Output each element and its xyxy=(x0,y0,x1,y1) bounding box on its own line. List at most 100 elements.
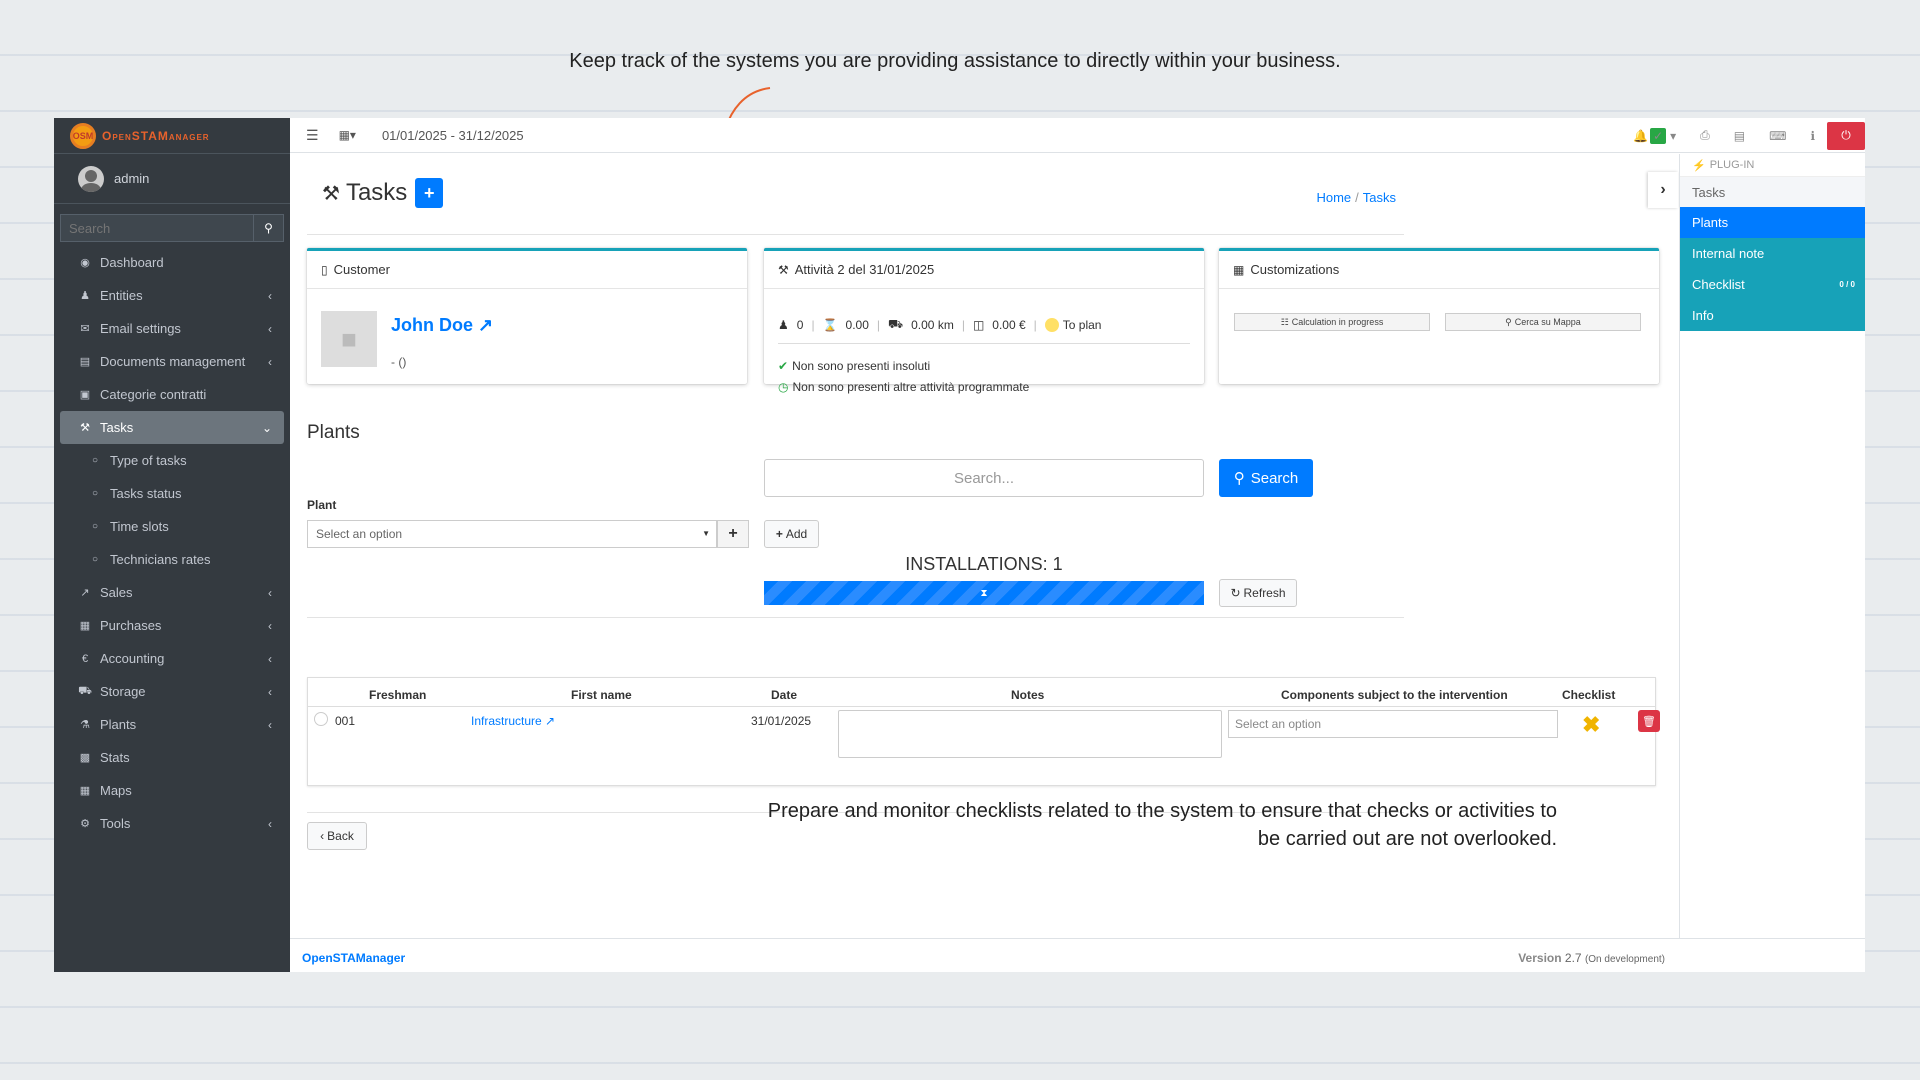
dashboard-icon: ◉ xyxy=(80,257,90,269)
plant-select[interactable]: Select an option ▼ xyxy=(307,520,717,548)
brand[interactable]: OSM OpenSTAManager xyxy=(54,118,290,154)
print-icon[interactable]: ⎙ xyxy=(1700,128,1710,143)
sidebar-item-categorie[interactable]: ▣ Categorie contratti xyxy=(60,378,284,411)
caret-down-icon: ▼ xyxy=(702,529,710,538)
calendar-icon[interactable]: ▦▾ xyxy=(339,128,356,142)
menu-toggle-icon[interactable]: ☰ xyxy=(306,127,319,144)
installations-count: INSTALLATIONS: 1 xyxy=(905,554,1063,574)
sidebar-item-documents[interactable]: ▤ Documents management ‹ xyxy=(60,345,284,378)
sidebar-item-stats[interactable]: ▩ Stats xyxy=(60,741,284,774)
plugin-item-info[interactable]: Info xyxy=(1680,300,1865,331)
chevron-left-icon: ‹ xyxy=(320,829,325,843)
customizations-card: ▦ Customizations ☷ Calculation in progress… xyxy=(1219,248,1659,384)
user-name: admin xyxy=(114,171,150,186)
calculation-button[interactable]: ☷ Calculation in progress xyxy=(1234,313,1430,331)
loading-progress-bar: ⧗ xyxy=(764,581,1204,605)
footer-version: Version 2.7 (On development) xyxy=(1518,951,1665,965)
customer-name-link[interactable]: John Doe ↗ xyxy=(391,315,493,336)
plugin-item-internal-note[interactable]: Internal note xyxy=(1680,238,1865,269)
sidebar-item-email-settings[interactable]: ✉ Email settings ‹ xyxy=(60,312,284,345)
breadcrumb-tasks[interactable]: Tasks xyxy=(1363,190,1396,205)
plugin-panel: ⚡ PLUG-IN Tasks Plants Internal note Chec… xyxy=(1679,154,1865,938)
wrench-icon: ⚒ xyxy=(322,182,340,205)
divider xyxy=(307,234,1404,235)
back-button[interactable]: ‹ Back xyxy=(307,822,367,850)
customer-card: ▯ Customer ■ John Doe ↗ - () xyxy=(307,248,747,384)
sidebar-search-input[interactable] xyxy=(60,214,254,242)
sidebar-item-type-of-tasks[interactable]: ○ Type of tasks xyxy=(60,444,284,477)
sidebar-item-tasks-status[interactable]: ○ Tasks status xyxy=(60,477,284,510)
file-icon: ▤ xyxy=(79,356,91,368)
divider xyxy=(778,343,1190,344)
row-name-link[interactable]: Infrastructure ↗ xyxy=(471,714,555,728)
book-icon[interactable]: ▤ xyxy=(1734,129,1745,143)
col-checklist: Checklist xyxy=(1562,688,1616,702)
plugin-item-plants[interactable]: Plants xyxy=(1680,207,1865,238)
power-icon[interactable]: ⏻ xyxy=(1827,121,1865,150)
plants-title: Plants xyxy=(307,422,360,443)
delete-row-button[interactable]: 🗑 xyxy=(1638,710,1660,732)
plugin-item-tasks[interactable]: Tasks xyxy=(1680,176,1865,207)
period-range[interactable]: 01/01/2025 - 31/12/2025 xyxy=(382,128,524,143)
brand-name: OpenSTAManager xyxy=(102,128,210,143)
sidebar-item-sales[interactable]: ↗ Sales ‹ xyxy=(60,576,284,609)
right-panel-toggle-icon[interactable]: › xyxy=(1648,172,1678,208)
footer: OpenSTAManager Version 2.7 (On developme… xyxy=(290,938,1865,972)
breadcrumb-home[interactable]: Home xyxy=(1316,190,1351,205)
truck-icon: ⛟ xyxy=(888,317,904,331)
row-components-select[interactable]: Select an option xyxy=(1228,710,1558,738)
plants-search-button[interactable]: ⚲ Search xyxy=(1219,459,1313,497)
divider xyxy=(307,617,1404,618)
briefcase-icon: ▣ xyxy=(79,389,91,401)
sidebar-item-plants[interactable]: ⚗ Plants ‹ xyxy=(60,708,284,741)
plugin-item-checklist[interactable]: Checklist 0 / 0 xyxy=(1680,269,1865,300)
sidebar-search-button[interactable]: ⚲ xyxy=(254,214,284,242)
chevron-left-icon: ‹ xyxy=(268,717,272,732)
chevron-left-icon: ‹ xyxy=(268,816,272,831)
user-panel[interactable]: admin xyxy=(54,154,290,204)
plants-table: Freshman First name Date Notes Component… xyxy=(307,677,1660,786)
sidebar-item-tasks[interactable]: ⚒ Tasks ⌄ xyxy=(60,411,284,444)
activity-card: ⚒ Attività 2 del 31/01/2025 ♟ 0 | ⌛ 0.00 | ⛟ 0… xyxy=(764,248,1204,394)
logo-gear-icon: OSM xyxy=(70,122,96,149)
row-notes-textarea[interactable] xyxy=(838,710,1222,758)
plant-label: Plant xyxy=(307,498,337,512)
chevron-down-icon: ⌄ xyxy=(261,420,272,435)
sidebar-nav: ◉ Dashboard ♟ Entities ‹ ✉ Email settings ‹ ▤… xyxy=(54,246,290,840)
road-icon: ☷ xyxy=(1280,316,1289,327)
col-first-name: First name xyxy=(571,688,632,702)
notifications-button[interactable]: 🔔 ✓ ▾ xyxy=(1633,127,1676,144)
search-icon: ⚲ xyxy=(1233,470,1245,487)
keyboard-icon[interactable]: ⌨ xyxy=(1769,129,1786,143)
bell-icon: 🔔 xyxy=(1633,128,1649,143)
no-other-activities-note: ◷ Non sono presenti altre attività progra… xyxy=(778,380,1030,394)
sidebar-item-accounting[interactable]: € Accounting ‹ xyxy=(60,642,284,675)
sidebar-item-storage[interactable]: ⛟ Storage ‹ xyxy=(60,675,284,708)
chevron-left-icon: ‹ xyxy=(268,321,272,336)
sidebar-item-technicians-rates[interactable]: ○ Technicians rates xyxy=(60,543,284,576)
map-icon: ▦ xyxy=(79,785,91,797)
sidebar-item-tools[interactable]: ⚙ Tools ‹ xyxy=(60,807,284,840)
sidebar-item-dashboard[interactable]: ◉ Dashboard xyxy=(60,246,284,279)
add-plant-button[interactable]: + xyxy=(717,520,749,548)
plants-search-input[interactable]: Search... xyxy=(764,459,1204,497)
plugin-label: ⚡ PLUG-IN xyxy=(1692,159,1755,172)
info-icon[interactable]: ℹ xyxy=(1810,129,1815,143)
sidebar-item-purchases[interactable]: ▦ Purchases ‹ xyxy=(60,609,284,642)
footer-brand[interactable]: OpenSTAManager xyxy=(302,951,405,965)
truck-icon: ⛟ xyxy=(78,684,92,697)
add-installation-button[interactable]: + Add xyxy=(764,520,819,548)
sidebar-item-maps[interactable]: ▦ Maps xyxy=(60,774,284,807)
sidebar-item-time-slots[interactable]: ○ Time slots xyxy=(60,510,284,543)
col-date: Date xyxy=(771,688,798,702)
search-on-map-button[interactable]: ⚲ Cerca su Mappa xyxy=(1445,313,1641,331)
sidebar-item-entities[interactable]: ♟ Entities ‹ xyxy=(60,279,284,312)
add-task-button[interactable]: + xyxy=(415,178,444,208)
refresh-button[interactable]: ↻ Refresh xyxy=(1219,579,1297,607)
customer-sub: - () xyxy=(391,355,407,369)
row-select-radio[interactable] xyxy=(314,712,328,726)
chevron-left-icon: ‹ xyxy=(268,651,272,666)
sitemap-icon: ⚗ xyxy=(80,719,90,731)
cog-icon: ⚙ xyxy=(80,818,90,830)
checklist-incomplete-icon[interactable]: ✖ xyxy=(1582,712,1600,738)
